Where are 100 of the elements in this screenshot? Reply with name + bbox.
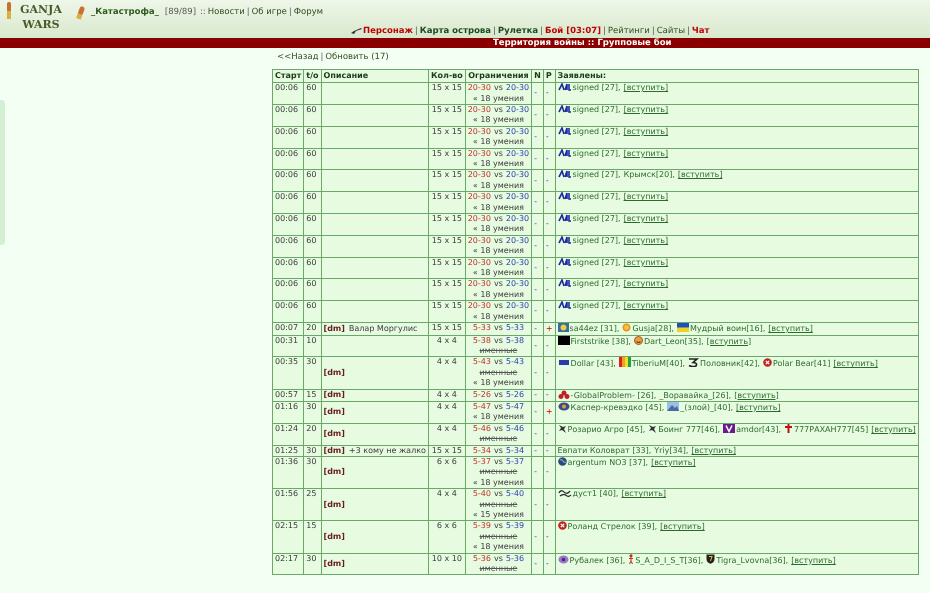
flag-text: - <box>546 390 549 400</box>
min-level-text: 5-33 <box>472 323 491 332</box>
player-name[interactable]: Dollar [43], <box>570 359 616 368</box>
player-name[interactable]: _(злой)_[40], <box>680 402 734 412</box>
player-name[interactable]: Gusja[28], <box>632 324 674 334</box>
separator-text: | <box>246 6 250 19</box>
player-name[interactable]: signed [27], <box>572 258 621 267</box>
nav-link[interactable]: Бой [03:07] <box>544 24 602 38</box>
nav-link[interactable]: Персонаж <box>363 24 413 38</box>
separator-text: | <box>687 24 690 38</box>
player-name[interactable]: _Воравайка_[26], <box>659 390 732 400</box>
join-link[interactable]: [вступить] <box>624 236 668 245</box>
table-cell: 01:16 <box>272 401 304 424</box>
nav-link[interactable]: Чат <box>692 24 710 38</box>
table-cell: 15 x 15 <box>428 126 466 148</box>
join-link[interactable]: [вступить] <box>736 402 781 412</box>
user-name[interactable]: _Катастрофа_ <box>91 6 159 19</box>
emblem-icon <box>558 323 569 332</box>
player-name[interactable]: Каспер-кревэдко [45], <box>570 402 664 412</box>
column-header: Заявлены: <box>555 69 918 83</box>
player-name[interactable]: Рубалек [36], <box>570 556 626 565</box>
join-link[interactable]: [вступить] <box>624 279 668 288</box>
join-link[interactable]: [вступить] <box>624 192 668 202</box>
player-name[interactable]: Роланд Стрелок [39], <box>568 522 658 532</box>
nav-link[interactable]: Форум <box>294 6 324 19</box>
table-cell: 4 x 4 <box>428 423 466 446</box>
player-name[interactable]: Крымск[20], <box>624 170 675 180</box>
table-cell: 01:36 <box>272 456 304 489</box>
vs-text: vs <box>494 446 503 455</box>
join-link[interactable]: [вступить] <box>621 489 666 498</box>
player-name[interactable]: Dart_Leon[35], <box>644 336 704 346</box>
join-link[interactable]: [вступить] <box>624 258 668 267</box>
player-name[interactable]: Евпати Коловрат [33], <box>558 446 652 455</box>
vs-text: vs <box>494 390 503 399</box>
player-name[interactable]: signed [27], <box>572 279 621 288</box>
join-link[interactable]: [вступить] <box>624 126 668 136</box>
player-name[interactable]: Боинг 777[46], <box>658 424 720 434</box>
player-name[interactable]: Polar Bear[41] <box>772 359 830 368</box>
player-name[interactable]: TiberiuM[40], <box>632 359 686 368</box>
join-link[interactable]: [вступить] <box>678 170 722 180</box>
player-name[interactable]: -GlobalProblem- [26], <box>570 390 656 400</box>
player-name[interactable]: signed [27], <box>572 148 621 158</box>
join-link[interactable]: [вступить] <box>871 424 916 434</box>
join-link[interactable]: [вступить] <box>624 104 668 114</box>
table-cell: 15 x 15 <box>428 300 466 323</box>
nav-link[interactable]: Рулетка <box>498 24 538 38</box>
player-name[interactable]: Tigra_Lvovna[36], <box>716 556 788 565</box>
player-name[interactable]: sa44ez [31], <box>570 324 620 334</box>
min-level-text: 5-34 <box>472 446 491 455</box>
named-text: именные <box>479 368 518 377</box>
player-name[interactable]: signed [27], <box>572 83 621 92</box>
player-name[interactable]: Firststrike [38], <box>570 336 631 346</box>
player-name[interactable]: signed [27], <box>572 301 621 310</box>
flag-text: - <box>546 154 549 163</box>
separator-text: | <box>288 6 292 19</box>
join-link[interactable]: [вступить] <box>624 83 668 92</box>
join-link[interactable]: [вступить] <box>734 390 779 400</box>
join-link[interactable]: [вступить] <box>624 214 668 224</box>
vs-text: vs <box>494 521 503 530</box>
player-name[interactable]: S_A_D_I_S_T[36], <box>635 556 704 565</box>
min-level-text: 5-36 <box>472 554 491 563</box>
join-link[interactable]: [вступить] <box>833 359 878 368</box>
player-name[interactable]: signed [27], <box>572 170 621 180</box>
player-name[interactable]: signed [27], <box>572 214 621 224</box>
player-name[interactable]: дуст1 [40], <box>572 489 618 498</box>
nav-link[interactable]: Сайты <box>656 24 686 38</box>
table-cell: 00:06 <box>272 148 304 170</box>
player-name[interactable]: Розарио Агро [45], <box>568 424 646 434</box>
clan-logo-icon <box>558 192 572 200</box>
join-link[interactable]: [вступить] <box>768 324 813 334</box>
join-link[interactable]: [вступить] <box>624 301 668 310</box>
player-name[interactable]: signed [27], <box>572 126 621 136</box>
player-name[interactable]: Половник[42], <box>700 359 760 368</box>
nav-link[interactable]: Карта острова <box>420 24 492 38</box>
join-link[interactable]: [вступить] <box>651 458 696 467</box>
skills-text: « 18 умения <box>472 137 524 146</box>
flag-text: - <box>534 197 538 206</box>
player-name[interactable]: 777РАХАН777[45] <box>794 424 868 434</box>
action-link[interactable]: Обновить (17) <box>325 51 389 64</box>
join-link[interactable]: [вступить] <box>624 148 668 158</box>
nav-link[interactable]: Рейтинги <box>608 24 650 38</box>
player-name[interactable]: Yriy[34], <box>654 446 688 455</box>
join-link[interactable]: [вступить] <box>691 446 736 455</box>
max-level-text: 5-46 <box>506 424 524 433</box>
action-link[interactable]: <<Назад <box>277 51 318 64</box>
min-level-text: 20-30 <box>468 104 491 114</box>
named-text: именные <box>479 532 518 541</box>
nav-link[interactable]: Новости <box>208 6 245 19</box>
vs-text: vs <box>494 126 503 136</box>
player-name[interactable]: signed [27], <box>572 104 621 114</box>
player-name[interactable]: amdor[43], <box>736 424 781 434</box>
join-link[interactable]: [вступить] <box>791 556 836 565</box>
nav-link[interactable]: Об игре <box>252 6 287 19</box>
player-name[interactable]: argentum NO3 [37], <box>568 458 648 467</box>
player-name[interactable]: Мудрый воин[16], <box>690 324 766 334</box>
figure-icon <box>628 554 634 564</box>
join-link[interactable]: [вступить] <box>660 522 705 532</box>
player-name[interactable]: signed [27], <box>572 236 621 245</box>
join-link[interactable]: [вступить] <box>706 336 752 346</box>
player-name[interactable]: signed [27], <box>572 192 621 202</box>
